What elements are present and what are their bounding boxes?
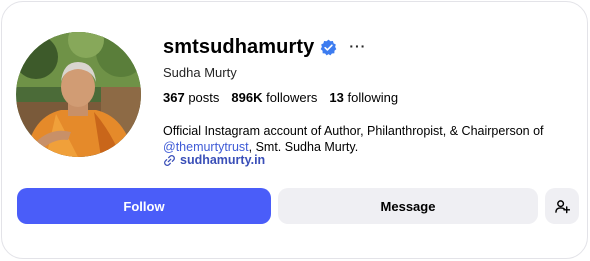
profile-stats: 367 posts 896K followers 13 following (163, 90, 410, 105)
profile-full-name: Sudha Murty (163, 65, 237, 80)
bio-mention-link[interactable]: @themurtytrust (163, 140, 249, 154)
posts-count: 367 (163, 90, 185, 105)
website-link[interactable]: sudhamurty.in (163, 153, 265, 167)
profile-card: smtsudhamurty ··· Sudha Murty 367 posts … (1, 1, 588, 259)
suggest-users-button[interactable] (545, 188, 579, 224)
verified-badge-icon (321, 39, 337, 56)
follow-button[interactable]: Follow (17, 188, 271, 224)
posts-label: posts (188, 90, 220, 105)
add-user-icon (554, 199, 570, 213)
message-button[interactable]: Message (278, 188, 538, 224)
bio-line-1: Official Instagram account of Author, Ph… (163, 124, 544, 138)
link-icon (164, 154, 175, 166)
followers-stat[interactable]: 896K followers (231, 90, 317, 105)
more-options-icon[interactable]: ··· (349, 38, 366, 54)
bio-line-2: , Smt. Sudha Murty. (248, 140, 359, 154)
followers-label: followers (266, 90, 318, 105)
website-text: sudhamurty.in (180, 153, 266, 167)
profile-username: smtsudhamurty (163, 36, 315, 58)
username-row: smtsudhamurty ··· (163, 36, 366, 59)
following-count: 13 (329, 90, 344, 105)
profile-avatar[interactable] (16, 32, 141, 157)
following-label: following (347, 90, 399, 105)
following-stat[interactable]: 13 following (329, 90, 398, 105)
posts-stat[interactable]: 367 posts (163, 90, 219, 105)
profile-bio: Official Instagram account of Author, Ph… (163, 123, 563, 155)
followers-count: 896K (231, 90, 263, 105)
